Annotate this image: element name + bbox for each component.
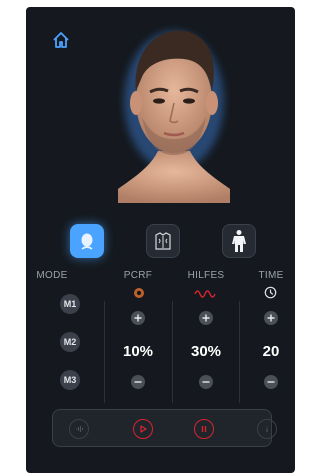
time-increase-button[interactable]: [264, 311, 278, 325]
hilfes-header: HILFES: [187, 270, 225, 281]
time-header: TIME: [258, 270, 284, 281]
hilfes-value: 30%: [190, 343, 222, 360]
pcrf-decrease-button[interactable]: [131, 375, 145, 389]
pcrf-header: PCRF: [123, 270, 153, 281]
full-body-icon: [232, 230, 246, 252]
info-button[interactable]: [257, 419, 277, 439]
clock-icon: [264, 286, 277, 299]
playback-controls: [52, 409, 277, 447]
home-icon[interactable]: [50, 29, 72, 51]
m1-button[interactable]: M1: [60, 294, 80, 314]
body-area-selector: [26, 224, 295, 260]
play-button[interactable]: [133, 419, 153, 439]
pcrf-increase-button[interactable]: [131, 311, 145, 325]
hilfes-increase-button[interactable]: [199, 311, 213, 325]
pause-button[interactable]: [194, 419, 214, 439]
face-mode-button[interactable]: [70, 224, 104, 258]
plus-icon: [134, 314, 142, 322]
m3-button[interactable]: M3: [60, 370, 80, 390]
pcrf-value: 10%: [122, 343, 154, 360]
torso-icon: [155, 232, 171, 250]
column-divider: [172, 301, 173, 403]
mode-header: MODE: [36, 270, 68, 281]
column-divider: [239, 301, 240, 403]
m2-button[interactable]: M2: [60, 332, 80, 352]
sound-wave-icon: [76, 426, 84, 432]
face-portrait: [98, 21, 250, 203]
time-decrease-button[interactable]: [264, 375, 278, 389]
time-value: 20: [262, 343, 280, 360]
full-body-mode-button[interactable]: [222, 224, 256, 258]
plus-icon: [202, 314, 210, 322]
pause-icon: [201, 426, 207, 432]
play-icon: [140, 425, 147, 433]
app-screen: MODE PCRF HILFES TIME M1 M2 M3 10% 30% 2…: [26, 7, 295, 473]
minus-icon: [267, 381, 275, 383]
wave-icon: [194, 290, 216, 298]
minus-icon: [134, 381, 142, 383]
face-icon: [81, 233, 93, 250]
hilfes-decrease-button[interactable]: [199, 375, 213, 389]
plus-icon: [267, 314, 275, 322]
sound-wave-button[interactable]: [69, 419, 89, 439]
info-icon: [266, 426, 268, 432]
pcrf-icon: [134, 288, 144, 298]
torso-mode-button[interactable]: [146, 224, 180, 258]
column-divider: [104, 301, 105, 403]
minus-icon: [202, 381, 210, 383]
